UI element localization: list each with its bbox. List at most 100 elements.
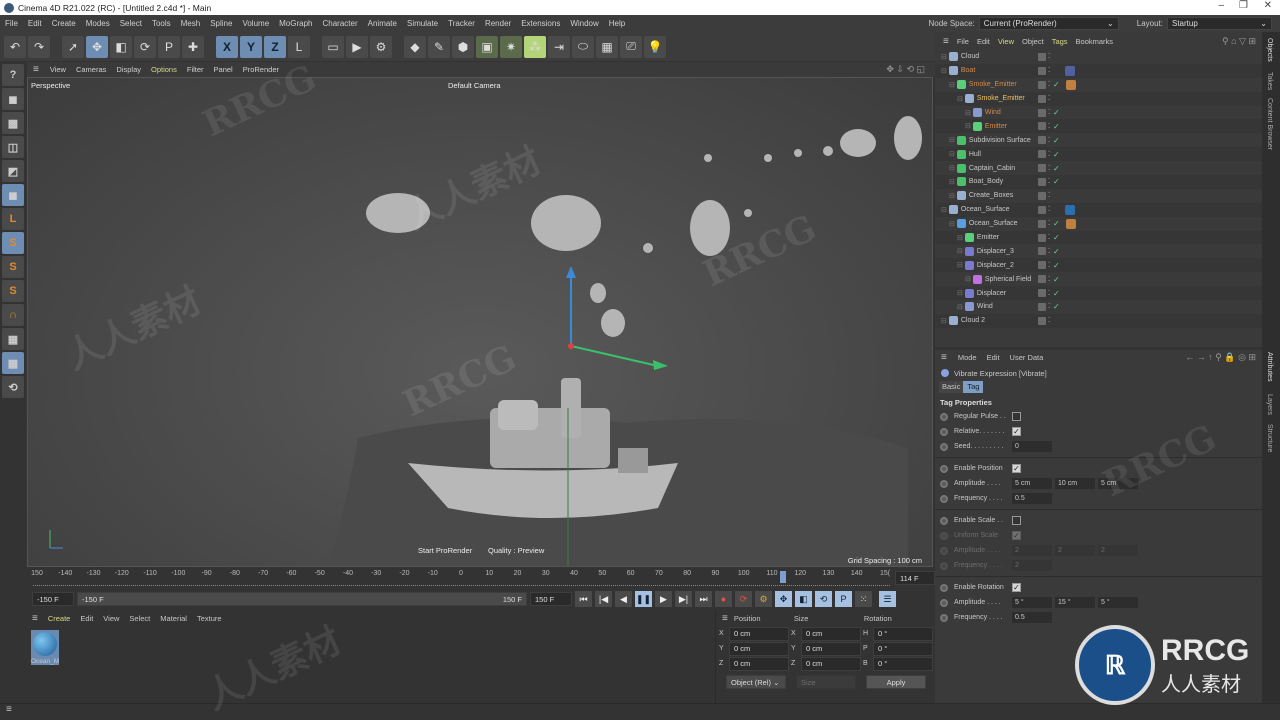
expand-icon[interactable]: ⊟ <box>957 289 963 297</box>
menu-file[interactable]: File <box>0 19 23 28</box>
object-row[interactable]: ⊟ Ocean_Surface ⁚ <box>935 202 1262 217</box>
menu-tools[interactable]: Tools <box>147 19 176 28</box>
coord-s-field[interactable]: 0 cm <box>801 641 861 656</box>
expand-icon[interactable]: ⊟ <box>941 206 947 214</box>
goto-end-button[interactable]: ⏭ <box>695 591 712 607</box>
coordinate-system-button[interactable]: L <box>288 35 310 58</box>
next-frame-button[interactable]: ▶ <box>655 591 672 607</box>
animate-toggle[interactable] <box>940 427 948 436</box>
visibility-dots[interactable]: ⁚ <box>1048 178 1051 185</box>
close-button[interactable]: ✕ <box>1264 0 1272 11</box>
layout-select[interactable]: Startup ⌄ <box>1167 17 1272 30</box>
z-axis-button[interactable]: Z <box>264 35 286 58</box>
attribute-checkbox[interactable]: ✓ <box>1012 531 1021 540</box>
viewport-menu-prorender[interactable]: ProRender <box>238 65 284 74</box>
editable-toggle[interactable] <box>1038 219 1046 228</box>
camera-button[interactable]: ⎚ <box>620 35 642 58</box>
enabled-checkmark[interactable]: ✓ <box>1053 219 1060 228</box>
tab-content-browser[interactable]: Content Browser <box>1266 98 1273 150</box>
object-row[interactable]: ⊟ Emitter ⁚ ✓ <box>935 119 1262 134</box>
visibility-dots[interactable]: ⁚ <box>1048 220 1051 227</box>
object-row[interactable]: ⊟ Displacer ⁚ ✓ <box>935 286 1262 301</box>
menu-select[interactable]: Select <box>115 19 147 28</box>
render-view-button[interactable]: ▶ <box>346 35 368 58</box>
light-button[interactable]: 💡 <box>644 35 666 58</box>
keyframe-selection-button[interactable]: ⚙ <box>755 591 772 607</box>
tab-attributes[interactable]: Attributes <box>1266 352 1273 382</box>
restore-button[interactable]: ❐ <box>1239 0 1248 11</box>
visibility-dots[interactable]: ⁚ <box>1048 248 1051 255</box>
viewport-menu-filter[interactable]: Filter <box>182 65 209 74</box>
visibility-dots[interactable]: ⁚ <box>1048 165 1051 172</box>
object-row[interactable]: ⊟ Displacer_2 ⁚ ✓ <box>935 258 1262 273</box>
expand-icon[interactable]: ⊟ <box>965 275 971 283</box>
menu-extensions[interactable]: Extensions <box>516 19 565 28</box>
visibility-dots[interactable]: ⁚ <box>1048 95 1051 102</box>
snap-s2-button[interactable]: S <box>2 256 24 278</box>
editable-toggle[interactable] <box>1038 233 1046 242</box>
expand-icon[interactable]: ⊟ <box>949 178 955 186</box>
object-name[interactable]: Ocean_Surface <box>969 220 1018 227</box>
select-button[interactable]: ➚ <box>62 35 84 58</box>
menu-render[interactable]: Render <box>480 19 516 28</box>
3d-viewport[interactable]: Perspective Default Camera Start ProRend… <box>27 77 933 567</box>
material-menu-view[interactable]: View <box>98 614 124 623</box>
object-name[interactable]: Captain_Cabin <box>969 165 1015 172</box>
animate-toggle[interactable] <box>940 561 948 570</box>
attribute-menu-user-data[interactable]: User Data <box>1005 353 1049 362</box>
tab-objects[interactable]: Objects <box>1266 38 1273 62</box>
visibility-dots[interactable]: ⁚ <box>1048 234 1051 241</box>
object-row[interactable]: ⊟ Captain_Cabin ⁚ ✓ <box>935 161 1262 175</box>
snap-s1-button[interactable]: S <box>2 232 24 254</box>
coord-r-field[interactable]: 0 ° <box>873 656 933 671</box>
timeline-ruler[interactable]: 150 -140 -130 -120 -110 -100 -90 -80 -70 -60 -50 -4… <box>27 568 935 588</box>
object-row[interactable]: ⊟ Wind ⁚ ✓ <box>935 106 1262 120</box>
mirror-button[interactable]: ⇥ <box>548 35 570 58</box>
enabled-checkmark[interactable]: ✓ <box>1053 177 1060 186</box>
attribute-menu-mode[interactable]: Mode <box>953 353 982 362</box>
redo-button[interactable]: ↷ <box>28 35 50 58</box>
record-button[interactable]: ● <box>715 591 732 607</box>
attribute-number-field[interactable]: 2 <box>1012 545 1052 556</box>
object-row[interactable]: ⊟ Smoke_Emitter ⁚ <box>935 91 1262 106</box>
hamburger-icon[interactable]: ≡ <box>27 613 43 624</box>
object-row[interactable]: ⊟ Boat_Body ⁚ ✓ <box>935 175 1262 189</box>
expand-icon[interactable]: ⊟ <box>965 109 971 117</box>
attribute-checkbox[interactable] <box>1012 412 1021 421</box>
expand-icon[interactable]: ⊟ <box>941 67 947 75</box>
hamburger-icon[interactable]: ≡ <box>0 704 12 715</box>
grid-button[interactable]: ▦ <box>2 328 24 350</box>
preview-range-slider[interactable]: -150 F 150 F <box>77 592 527 606</box>
visibility-dots[interactable]: ⁚ <box>1048 53 1051 60</box>
animate-toggle[interactable] <box>940 546 948 555</box>
vibrate-tag-icon[interactable] <box>1065 65 1075 76</box>
coord-p-field[interactable]: 0 cm <box>729 641 789 656</box>
object-row[interactable]: ⊟ Create_Boxes ⁚ <box>935 189 1262 203</box>
attribute-checkbox[interactable]: ✓ <box>1012 583 1021 592</box>
minimize-button[interactable]: – <box>1218 0 1224 11</box>
attribute-number-field[interactable]: 15 ° <box>1055 597 1095 608</box>
viewport-nav-icons[interactable]: ✥ ⇩ ⟲ ◱ <box>886 64 935 75</box>
key-position-button[interactable]: ✥ <box>775 591 792 607</box>
material-menu-texture[interactable]: Texture <box>192 614 227 623</box>
viewport-menu-display[interactable]: Display <box>111 65 146 74</box>
expand-icon[interactable]: ⊟ <box>957 261 963 269</box>
attribute-number-field[interactable]: 2 <box>1098 545 1138 556</box>
editable-toggle[interactable] <box>1038 205 1046 214</box>
min-frame-field[interactable]: -150 F <box>32 592 74 606</box>
menu-mograph[interactable]: MoGraph <box>274 19 317 28</box>
expand-icon[interactable]: ⊟ <box>965 122 971 130</box>
object-name[interactable]: Displacer_3 <box>977 248 1014 255</box>
object-row[interactable]: ⊟ Wind ⁚ ✓ <box>935 300 1262 314</box>
expand-icon[interactable]: ⊟ <box>941 53 947 61</box>
expand-icon[interactable]: ⊟ <box>949 81 955 89</box>
prev-key-button[interactable]: |◀ <box>595 591 612 607</box>
editable-toggle[interactable] <box>1038 94 1046 103</box>
menu-edit[interactable]: Edit <box>23 19 47 28</box>
expand-icon[interactable]: ⊟ <box>949 164 955 172</box>
add-button[interactable]: ✚ <box>182 35 204 58</box>
point-mode-button[interactable]: ◫ <box>2 136 24 158</box>
goto-start-button[interactable]: ⏮ <box>575 591 592 607</box>
prev-frame-button[interactable]: ◀ <box>615 591 632 607</box>
object-name[interactable]: Cloud <box>961 53 979 60</box>
